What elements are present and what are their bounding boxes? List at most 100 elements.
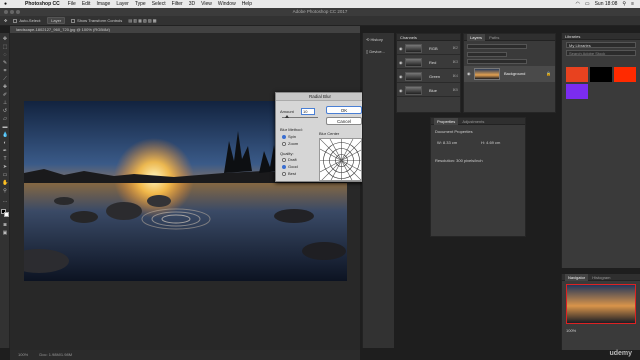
- menu-select[interactable]: Select: [152, 1, 166, 7]
- show-transform-checkbox[interactable]: [71, 18, 76, 23]
- dodge-tool-icon[interactable]: ◐: [2, 141, 8, 146]
- eye-icon[interactable]: ◉: [399, 46, 403, 51]
- layer-dropdown[interactable]: Layer: [47, 17, 66, 24]
- brush-tool-icon[interactable]: ✐: [2, 93, 8, 98]
- quick-select-tool-icon[interactable]: ✎: [2, 61, 8, 66]
- menu-list-icon[interactable]: ≡: [631, 1, 634, 7]
- tab-histogram[interactable]: Histogram: [589, 274, 613, 281]
- close-button[interactable]: [4, 10, 8, 14]
- libraries-tab[interactable]: Libraries: [562, 33, 640, 40]
- amount-slider[interactable]: [282, 115, 318, 118]
- history-panel-button[interactable]: ⟲ History: [366, 37, 383, 42]
- quick-mask-icon[interactable]: ◙: [2, 223, 8, 228]
- draft-radio[interactable]: [282, 157, 286, 162]
- slider-knob[interactable]: [285, 115, 289, 118]
- stock-search-input[interactable]: Search Adobe Stock: [566, 50, 636, 56]
- ok-button[interactable]: OK: [326, 106, 362, 114]
- spin-radio[interactable]: [282, 134, 286, 139]
- battery-icon[interactable]: ▭: [585, 1, 590, 7]
- background-color-swatch[interactable]: [4, 212, 9, 217]
- eye-icon[interactable]: ◉: [399, 74, 403, 79]
- pen-tool-icon[interactable]: ✒: [2, 149, 8, 154]
- cancel-button[interactable]: Cancel: [326, 117, 362, 125]
- channel-row-red[interactable]: ◉ Red ⌘3: [397, 56, 460, 69]
- tab-properties[interactable]: Properties: [434, 118, 459, 125]
- crop-tool-icon[interactable]: ⌗: [2, 69, 8, 74]
- zoom-radio[interactable]: [282, 141, 286, 146]
- auto-select-checkbox[interactable]: [13, 18, 18, 23]
- hand-tool-icon[interactable]: ✋: [2, 181, 8, 186]
- menu-file[interactable]: File: [68, 1, 76, 7]
- clock[interactable]: Sun 18:08: [595, 1, 618, 7]
- quality-draft-option[interactable]: Draft: [282, 157, 297, 162]
- tab-paths[interactable]: Paths: [486, 34, 502, 41]
- zoom-button[interactable]: [16, 10, 20, 14]
- type-tool-icon[interactable]: T: [2, 157, 8, 162]
- blur-center-preview[interactable]: [319, 138, 362, 181]
- menu-window[interactable]: Window: [218, 1, 236, 7]
- healing-tool-icon[interactable]: ✚: [2, 85, 8, 90]
- gradient-tool-icon[interactable]: ▬: [2, 125, 8, 130]
- blend-mode-dropdown[interactable]: [467, 52, 507, 57]
- lock-options[interactable]: [467, 59, 527, 64]
- move-tool-icon[interactable]: ✥: [4, 18, 7, 23]
- minimize-button[interactable]: [10, 10, 14, 14]
- channel-row-rgb[interactable]: ◉ RGB ⌘2: [397, 42, 460, 55]
- screen-mode-icon[interactable]: ▣: [2, 231, 8, 236]
- search-icon[interactable]: ⚲: [622, 1, 626, 7]
- device-preview-button[interactable]: ▯ Device...: [366, 49, 385, 54]
- menu-image[interactable]: Image: [96, 1, 110, 7]
- wifi-icon[interactable]: ◠: [575, 1, 579, 7]
- eraser-tool-icon[interactable]: ▱: [2, 117, 8, 122]
- color-swatch-1[interactable]: [566, 67, 588, 82]
- best-radio[interactable]: [282, 171, 286, 176]
- method-spin-option[interactable]: Spin: [282, 134, 296, 139]
- document-tab[interactable]: landscape-1802127_960_720.jpg @ 100% (RG…: [10, 26, 360, 33]
- shape-tool-icon[interactable]: ▭: [2, 173, 8, 178]
- quality-good-option[interactable]: Good: [282, 164, 298, 169]
- zoom-tool-icon[interactable]: ⚲: [2, 189, 8, 194]
- color-swatch-3[interactable]: [614, 67, 636, 82]
- layer-row-background[interactable]: ◉ Background 🔒: [464, 66, 555, 82]
- good-radio[interactable]: [282, 164, 286, 169]
- channel-row-green[interactable]: ◉ Green ⌘4: [397, 70, 460, 83]
- amount-input[interactable]: 10: [301, 108, 315, 115]
- lasso-tool-icon[interactable]: ◌: [2, 53, 8, 58]
- eye-icon[interactable]: ◉: [399, 88, 403, 93]
- menu-type[interactable]: Type: [135, 1, 146, 7]
- zoom-level[interactable]: 100%: [18, 352, 28, 357]
- channels-tab[interactable]: Channels: [397, 34, 460, 41]
- extra-tools-icon[interactable]: …: [2, 199, 8, 204]
- show-transform-option[interactable]: Show Transform Controls: [71, 18, 122, 23]
- menu-3d[interactable]: 3D: [189, 1, 195, 7]
- quality-best-option[interactable]: Best: [282, 171, 296, 176]
- tab-layers[interactable]: Layers: [467, 34, 486, 41]
- menu-layer[interactable]: Layer: [116, 1, 129, 7]
- auto-select-option[interactable]: Auto-Select:: [13, 18, 41, 23]
- width-value[interactable]: W: 8.33 cm: [437, 140, 457, 145]
- library-dropdown[interactable]: My Libraries: [566, 42, 636, 48]
- history-brush-icon[interactable]: ↺: [2, 109, 8, 114]
- path-select-tool-icon[interactable]: ➤: [2, 165, 8, 170]
- tab-adjustments[interactable]: Adjustments: [459, 118, 487, 125]
- navigator-preview[interactable]: [566, 284, 636, 324]
- eye-icon[interactable]: ◉: [467, 71, 471, 76]
- method-zoom-option[interactable]: Zoom: [282, 141, 298, 146]
- color-swatch-2[interactable]: [590, 67, 612, 82]
- align-icons[interactable]: ▤ ▥ ▦ ▧ ▨ ▩: [128, 18, 156, 23]
- doc-info[interactable]: Doc: 1.98M/1.98M: [39, 352, 72, 357]
- tab-navigator[interactable]: Navigator: [565, 274, 589, 281]
- apple-icon[interactable]: ●: [4, 1, 7, 7]
- menu-edit[interactable]: Edit: [82, 1, 91, 7]
- height-value[interactable]: H: 4.69 cm: [481, 140, 500, 145]
- eye-icon[interactable]: ◉: [399, 60, 403, 65]
- color-swatch-4[interactable]: [566, 84, 588, 99]
- move-tool-icon[interactable]: ✥: [2, 37, 8, 42]
- menu-help[interactable]: Help: [242, 1, 252, 7]
- menu-view[interactable]: View: [201, 1, 212, 7]
- channel-row-blue[interactable]: ◉ Blue ⌘5: [397, 84, 460, 97]
- navigator-zoom[interactable]: 100%: [566, 328, 576, 333]
- eyedropper-tool-icon[interactable]: ⟋: [2, 77, 8, 82]
- menu-filter[interactable]: Filter: [172, 1, 183, 7]
- menu-app[interactable]: Photoshop CC: [25, 1, 60, 7]
